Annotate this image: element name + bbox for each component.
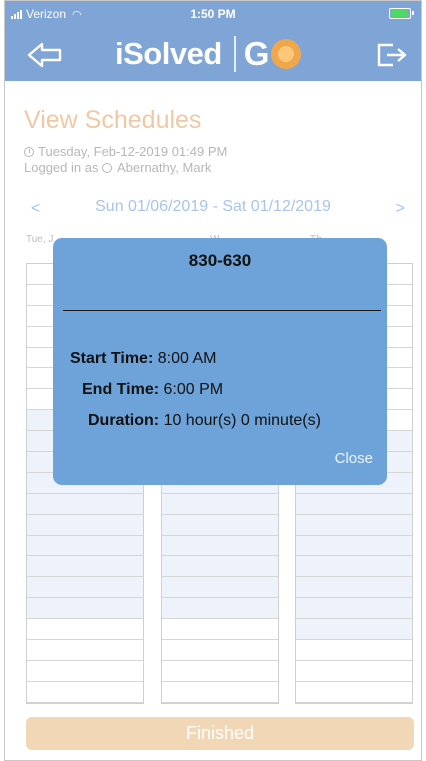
day-header-1: Tue, J bbox=[26, 234, 54, 245]
end-time-row: End Time: 6:00 PM bbox=[82, 381, 223, 399]
schedule-slot[interactable] bbox=[296, 619, 412, 641]
end-time-value: 6:00 PM bbox=[163, 381, 224, 398]
schedule-slot[interactable] bbox=[162, 577, 278, 599]
schedule-slot[interactable] bbox=[296, 493, 412, 515]
week-range: Sun 01/06/2019 - Sat 01/12/2019 bbox=[95, 198, 331, 215]
logout-icon[interactable] bbox=[375, 41, 409, 69]
isolved-go-logo: iSolved G bbox=[115, 32, 302, 76]
schedule-slot[interactable] bbox=[27, 682, 143, 703]
battery-icon bbox=[389, 8, 414, 19]
finished-button[interactable]: Finished bbox=[26, 717, 414, 750]
schedule-slot[interactable] bbox=[27, 661, 143, 682]
logo-divider bbox=[233, 36, 236, 72]
schedule-slot[interactable] bbox=[162, 682, 278, 703]
start-time-row: Start Time: 8:00 AM bbox=[70, 350, 216, 368]
schedule-slot[interactable] bbox=[162, 493, 278, 515]
end-time-label: End Time: bbox=[82, 381, 160, 398]
schedule-slot[interactable] bbox=[162, 619, 278, 641]
app-header: Verizon ◠ 1:50 PM iSolved G bbox=[5, 1, 421, 81]
duration-row: Duration: 10 hour(s) 0 minute(s) bbox=[88, 412, 321, 430]
schedule-slot[interactable] bbox=[27, 640, 143, 661]
schedule-slot[interactable] bbox=[162, 535, 278, 557]
close-button[interactable]: Close bbox=[335, 450, 373, 467]
schedule-slot[interactable] bbox=[27, 514, 143, 536]
start-time-value: 8:00 AM bbox=[157, 350, 217, 367]
logo-go-letter: G bbox=[243, 35, 270, 72]
status-time: 1:50 PM bbox=[190, 7, 236, 21]
schedule-slot[interactable] bbox=[296, 640, 412, 661]
back-arrow-icon[interactable] bbox=[27, 41, 63, 69]
schedule-slot[interactable] bbox=[296, 514, 412, 536]
app-frame: Verizon ◠ 1:50 PM iSolved G View Schedul… bbox=[4, 0, 422, 761]
schedule-slot[interactable] bbox=[162, 661, 278, 682]
schedule-slot[interactable] bbox=[27, 493, 143, 515]
schedule-slot[interactable] bbox=[27, 577, 143, 599]
schedule-slot[interactable] bbox=[27, 556, 143, 578]
schedule-slot[interactable] bbox=[296, 535, 412, 557]
popup-title: 830-630 bbox=[188, 251, 252, 270]
duration-value: 10 hour(s) 0 minute(s) bbox=[163, 412, 321, 429]
nav-bar: iSolved G bbox=[5, 27, 421, 81]
schedule-slot[interactable] bbox=[162, 640, 278, 661]
schedule-slot[interactable] bbox=[296, 661, 412, 682]
logo-go: G bbox=[244, 35, 302, 73]
status-bar: Verizon ◠ 1:50 PM bbox=[5, 1, 421, 27]
schedule-slot[interactable] bbox=[296, 598, 412, 620]
logged-in-prefix: Logged in as bbox=[24, 160, 99, 175]
current-datetime: Tuesday, Feb-12-2019 01:49 PM bbox=[38, 144, 228, 159]
week-navigator: < Sun 01/06/2019 - Sat 01/12/2019 > bbox=[5, 198, 421, 220]
schedule-slot[interactable] bbox=[27, 535, 143, 557]
schedule-slot[interactable] bbox=[162, 598, 278, 620]
page-title: View Schedules bbox=[24, 106, 202, 134]
start-time-label: Start Time: bbox=[70, 350, 154, 367]
next-week-button[interactable]: > bbox=[396, 200, 405, 218]
popup-divider bbox=[63, 310, 381, 311]
schedule-slot[interactable] bbox=[296, 556, 412, 578]
schedule-slot[interactable] bbox=[162, 556, 278, 578]
schedule-slot[interactable] bbox=[27, 619, 143, 641]
page-meta: Tuesday, Feb-12-2019 01:49 PM Logged in … bbox=[24, 144, 227, 176]
duration-label: Duration: bbox=[88, 412, 160, 429]
schedule-slot[interactable] bbox=[27, 598, 143, 620]
schedule-slot[interactable] bbox=[162, 514, 278, 536]
logo-text: iSolved bbox=[115, 36, 222, 71]
logo-o-icon bbox=[271, 39, 302, 69]
clock-icon bbox=[24, 147, 34, 157]
logged-in-user: Abernathy, Mark bbox=[116, 160, 212, 175]
schedule-slot[interactable] bbox=[296, 577, 412, 599]
user-icon bbox=[102, 163, 113, 173]
shift-details-popup: 830-630 Start Time: 8:00 AM End Time: 6:… bbox=[53, 238, 387, 485]
schedule-slot[interactable] bbox=[296, 682, 412, 703]
